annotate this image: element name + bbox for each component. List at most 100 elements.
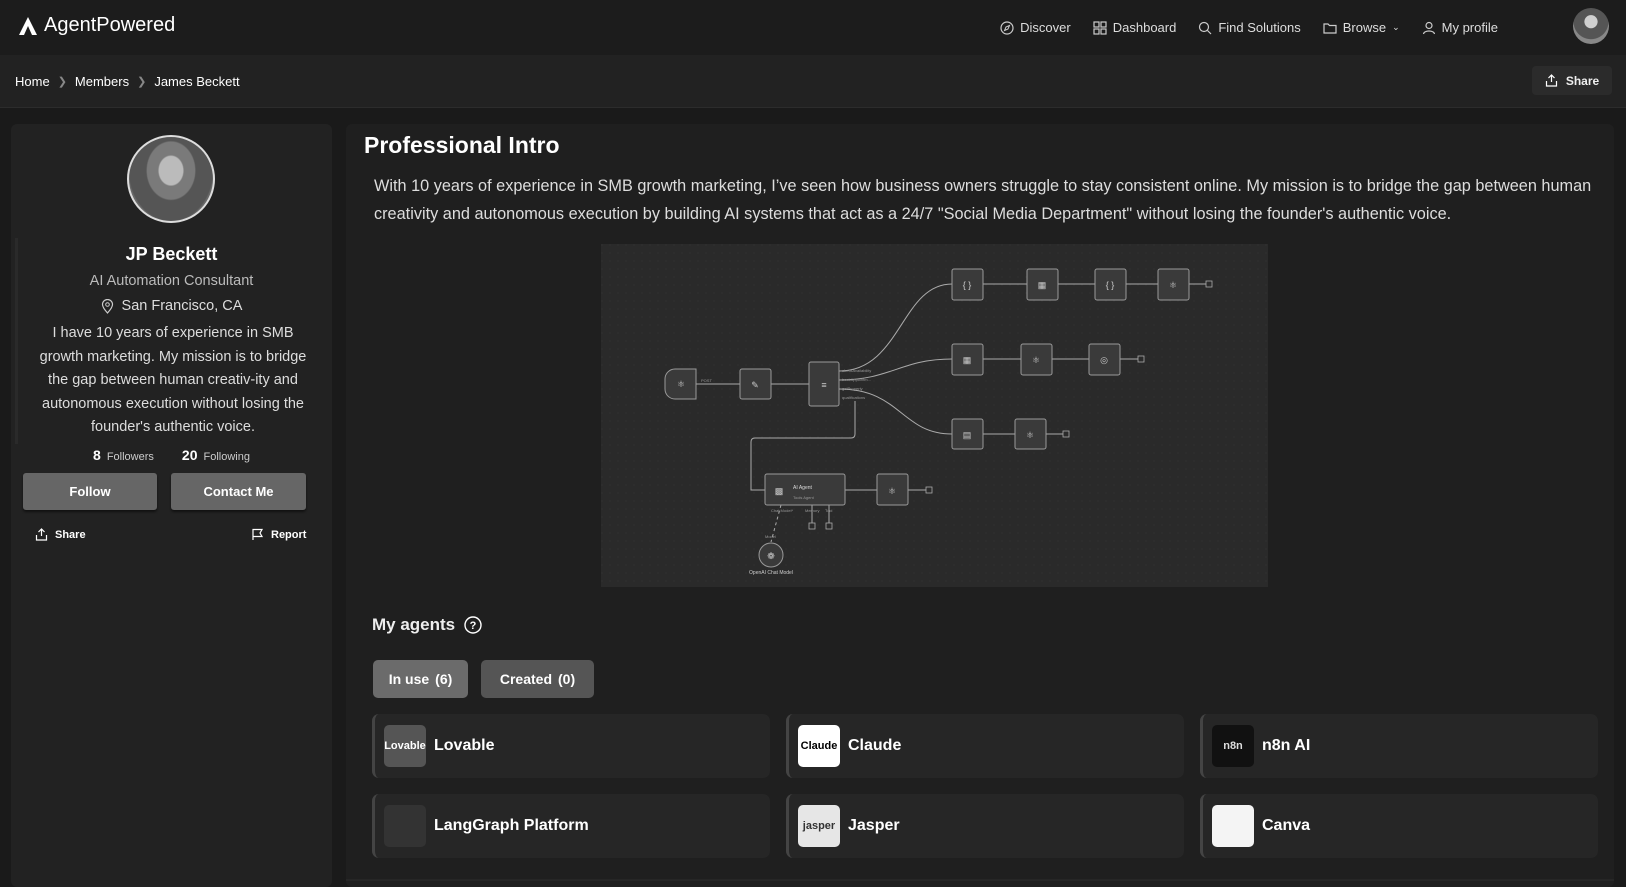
user-avatar[interactable]: [1573, 8, 1609, 44]
location-text: San Francisco, CA: [121, 298, 243, 314]
report-label: Report: [271, 528, 307, 541]
switch-output-label: checkAvailability: [842, 368, 871, 373]
share-label: Share: [55, 528, 86, 541]
agent-logo: Claude: [798, 725, 840, 767]
followers-stat[interactable]: 8 Followers: [93, 447, 154, 463]
profile-title: AI Automation Consultant: [89, 273, 254, 289]
agent-subtitle: Tools Agent: [793, 495, 815, 500]
robot-icon: ▩: [775, 486, 784, 496]
profile-sidebar: JP Beckett AI Automation Consultant San …: [11, 124, 332, 887]
profile-name: JP Beckett: [125, 244, 218, 264]
tab-created[interactable]: Created (0): [481, 660, 594, 698]
agent-name: LangGraph Platform: [434, 817, 589, 834]
scroll-track: [15, 238, 18, 444]
agent-logo: [384, 805, 426, 847]
agent-card[interactable]: Canva: [1200, 794, 1598, 858]
webhook-icon: ⚛: [1169, 280, 1177, 290]
tab-label: Created: [499, 671, 552, 687]
brand-a-icon: [19, 16, 37, 35]
intro-text: With 10 years of experience in SMB growt…: [374, 177, 1592, 223]
nav-discover[interactable]: Discover: [1000, 20, 1071, 35]
nav-dashboard[interactable]: Dashboard: [1093, 20, 1177, 35]
webhook-icon: ⚛: [888, 486, 896, 496]
profile-share-button[interactable]: Share: [35, 528, 86, 541]
agent-title: AI Agent: [793, 485, 813, 491]
nav-my-profile[interactable]: My profile: [1422, 20, 1498, 35]
agent-card[interactable]: Claude Claude: [786, 714, 1184, 778]
location-pin-icon: [101, 298, 113, 314]
agent-card[interactable]: LangGraph Platform: [372, 794, 770, 858]
agent-card[interactable]: Lovable Lovable: [372, 714, 770, 778]
share-icon: [35, 528, 48, 541]
agent-logo: n8n: [1212, 725, 1254, 767]
tab-count: (0): [558, 671, 576, 687]
profile-bio: I have 10 years of experience in SMB gro…: [39, 325, 307, 435]
breadcrumb: Home ❯ Members ❯ James Beckett: [15, 74, 240, 89]
switch-output-label: qualifications: [842, 395, 865, 400]
globe-icon: ◎: [1100, 355, 1108, 365]
brand-logo[interactable]: AgentPowered: [18, 14, 175, 37]
agent-name: n8n AI: [1262, 737, 1311, 754]
nav-label: My profile: [1441, 20, 1498, 35]
breadcrumb-members[interactable]: Members: [75, 74, 129, 89]
follow-button[interactable]: Follow: [23, 473, 157, 510]
agent-name: Claude: [848, 737, 902, 754]
share-icon: [1545, 74, 1557, 87]
nav-label: Find Solutions: [1218, 20, 1301, 35]
nav-label: Dashboard: [1112, 20, 1177, 35]
nav-find-solutions[interactable]: Find Solutions: [1198, 20, 1301, 35]
sheet-icon: ▤: [963, 430, 972, 440]
search-icon: [1199, 21, 1212, 34]
nav-browse[interactable]: Browse ⌄: [1323, 20, 1400, 35]
follow-stats: 8 Followers 20 Following: [11, 447, 332, 463]
help-icon[interactable]: ?: [464, 616, 482, 634]
report-button[interactable]: Report: [251, 528, 306, 541]
webhook-icon: ⚛: [677, 379, 685, 389]
model-label: Model: [765, 534, 776, 539]
workflow-diagram-image: ⚛ ✎ ≡ { } ▦ { } ⚛ ▦ ⚛ ◎ ▤ ⚛ ▩ ⚛ ❁ POST c…: [601, 244, 1268, 587]
agent-name: Jasper: [848, 817, 900, 834]
page-title: Professional Intro: [364, 132, 560, 158]
agent-input-label: Memory: [805, 508, 819, 513]
nav-label: Discover: [1020, 20, 1071, 35]
agents-heading: My agents ?: [372, 615, 482, 635]
nav-label: Browse: [1342, 20, 1387, 35]
webhook-icon: ⚛: [1032, 355, 1040, 365]
agent-logo: Lovable: [384, 725, 426, 767]
following-label: Following: [203, 451, 250, 463]
breadcrumb-home[interactable]: Home: [15, 74, 50, 89]
followers-count: 8: [93, 447, 101, 463]
agent-logo: [1212, 805, 1254, 847]
breadcrumb-current: James Beckett: [154, 74, 240, 89]
share-button[interactable]: Share: [1532, 66, 1612, 95]
agent-card[interactable]: jasper Jasper: [786, 794, 1184, 858]
agent-logo: jasper: [798, 805, 840, 847]
profile-avatar: [127, 135, 215, 223]
switch-output-label: getProperty: [842, 386, 863, 391]
user-icon: [1422, 21, 1435, 34]
brand-name: AgentPowered: [44, 14, 176, 36]
agent-name: Canva: [1262, 817, 1311, 834]
model-name: OpenAI Chat Model: [749, 570, 793, 576]
tab-count: (6): [435, 671, 453, 687]
svg-text:?: ?: [470, 620, 477, 632]
folder-icon: [1323, 22, 1337, 34]
chevron-right-icon: ❯: [137, 76, 147, 88]
openai-icon: ❁: [767, 551, 775, 561]
profile-location: San Francisco, CA: [11, 298, 332, 314]
chevron-right-icon: ❯: [57, 76, 67, 88]
agent-card[interactable]: n8n n8n AI: [1200, 714, 1598, 778]
following-stat[interactable]: 20 Following: [182, 447, 250, 463]
trigger-output-label: POST: [701, 378, 712, 383]
calendar-icon: ▦: [1038, 280, 1047, 290]
tab-in-use[interactable]: In use (6): [373, 660, 468, 698]
agent-input-label: Tool: [825, 508, 832, 513]
agent-name: Lovable: [434, 737, 495, 754]
switch-icon: ≡: [821, 380, 826, 390]
contact-me-button[interactable]: Contact Me: [171, 473, 306, 510]
switch-output-label: bookAppointm...: [842, 377, 871, 382]
main-nav: Discover Dashboard Find Solutions Browse…: [1000, 0, 1498, 55]
top-nav-bar: AgentPowered Discover Dashboard Find Sol…: [0, 0, 1626, 55]
compass-icon: [1000, 20, 1014, 35]
main-content: Professional Intro With 10 years of expe…: [346, 124, 1614, 887]
